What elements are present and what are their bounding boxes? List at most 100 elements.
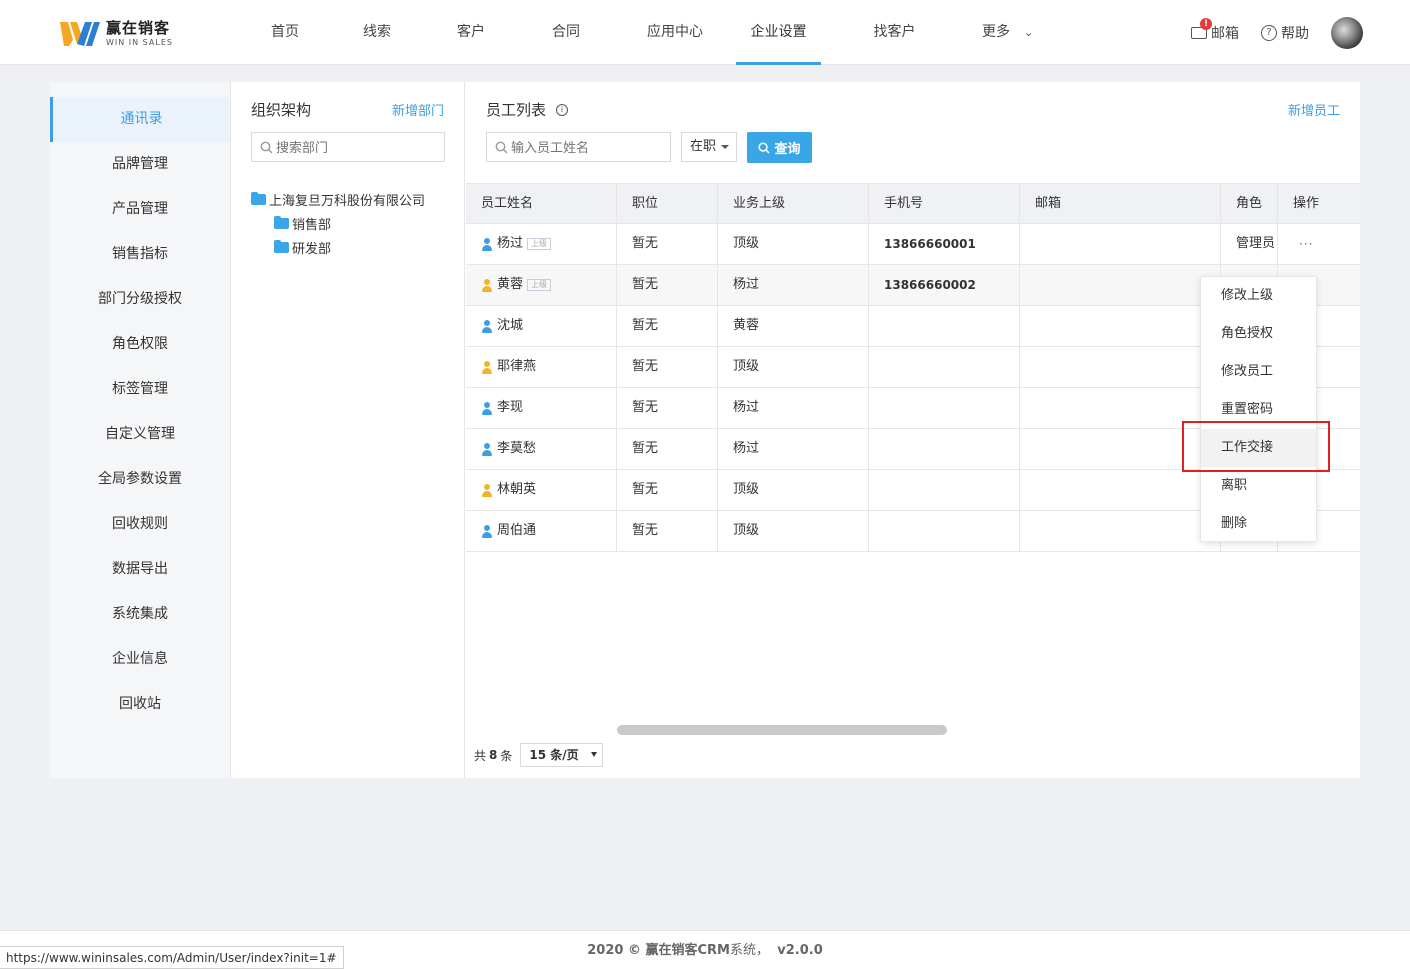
employee-search bbox=[486, 132, 671, 162]
tree-node-company[interactable]: 上海复旦万科股份有限公司 bbox=[251, 187, 425, 211]
footer-copyright: 2020 © 赢在销客 bbox=[587, 943, 698, 958]
horizontal-scrollbar[interactable] bbox=[617, 725, 947, 735]
col-header-phone: 手机号 bbox=[869, 184, 1020, 223]
sidebar-item-contacts[interactable]: 通讯录 bbox=[50, 97, 230, 142]
sidebar-item-tags[interactable]: 标签管理 bbox=[50, 367, 230, 412]
mailbox-label: 邮箱 bbox=[1211, 25, 1239, 42]
total-count: 8 bbox=[489, 748, 498, 762]
department-search-input[interactable] bbox=[276, 138, 436, 158]
status-bar-url: https://www.wininsales.com/Admin/User/in… bbox=[0, 946, 344, 969]
employee-list-title: 员工列表 bbox=[486, 101, 547, 119]
department-search bbox=[251, 132, 445, 162]
cell-phone bbox=[869, 429, 1020, 469]
cell-name[interactable]: 沈城 bbox=[466, 306, 617, 346]
sidebar-item-company-info[interactable]: 企业信息 bbox=[50, 637, 230, 682]
person-icon bbox=[481, 360, 493, 374]
sidebar-item-brand[interactable]: 品牌管理 bbox=[50, 142, 230, 187]
cell-phone: 13866660001 bbox=[869, 224, 1020, 264]
cell-name[interactable]: 黄蓉 上级 bbox=[466, 265, 617, 305]
cell-position: 暂无 bbox=[617, 470, 718, 510]
nav-more-label: 更多 bbox=[982, 24, 1010, 40]
nav-item-contracts[interactable]: 合同 bbox=[518, 0, 614, 65]
nav-item-leads[interactable]: 线索 bbox=[330, 0, 424, 65]
add-employee-link[interactable]: 新增员工 bbox=[1288, 100, 1340, 119]
sidebar-item-recycle-rules[interactable]: 回收规则 bbox=[50, 502, 230, 547]
help-link[interactable]: ? 帮助 bbox=[1261, 23, 1309, 43]
cell-email bbox=[1020, 511, 1221, 551]
cell-position: 暂无 bbox=[617, 388, 718, 428]
nav-item-enterprise-settings[interactable]: 企业设置 bbox=[736, 0, 821, 65]
cell-email bbox=[1020, 224, 1221, 264]
employee-name: 周伯通 bbox=[497, 523, 537, 538]
cell-name[interactable]: 耶律燕 bbox=[466, 347, 617, 387]
menu-item-delete[interactable]: 删除 bbox=[1201, 505, 1316, 543]
superior-tag: 上级 bbox=[527, 279, 552, 291]
avatar[interactable] bbox=[1331, 16, 1363, 49]
person-icon bbox=[481, 483, 493, 497]
mailbox-link[interactable]: ! 邮箱 bbox=[1191, 17, 1239, 43]
cell-phone bbox=[869, 511, 1020, 551]
logo-w-icon bbox=[60, 20, 100, 48]
nav-item-home[interactable]: 首页 bbox=[240, 0, 330, 65]
menu-item-resign[interactable]: 离职 bbox=[1201, 467, 1316, 505]
help-icon: ? bbox=[1261, 24, 1277, 41]
sidebar-item-recycle-bin[interactable]: 回收站 bbox=[50, 682, 230, 727]
table-header: 员工姓名 职位 业务上级 手机号 邮箱 角色 操作 bbox=[466, 183, 1360, 224]
col-header-position: 职位 bbox=[617, 184, 718, 223]
tree-node-label: 销售部 bbox=[292, 217, 332, 233]
menu-item-change-superior[interactable]: 修改上级 bbox=[1201, 277, 1316, 315]
sidebar-item-role-permissions[interactable]: 角色权限 bbox=[50, 322, 230, 367]
org-structure-panel: 组织架构 新增部门 上海复旦万科股份有限公司 销售部 研发部 bbox=[231, 82, 465, 778]
menu-item-role-auth[interactable]: 角色授权 bbox=[1201, 315, 1316, 353]
menu-item-edit-employee[interactable]: 修改员工 bbox=[1201, 353, 1316, 391]
tree-node-rd[interactable]: 研发部 bbox=[274, 235, 425, 259]
table-row[interactable]: 杨过 上级 暂无 顶级 13866660001 管理员 ··· bbox=[466, 224, 1360, 265]
cell-name[interactable]: 周伯通 bbox=[466, 511, 617, 551]
col-header-email: 邮箱 bbox=[1020, 184, 1221, 223]
query-button-label: 查询 bbox=[774, 142, 801, 157]
cell-phone bbox=[869, 347, 1020, 387]
cell-name[interactable]: 林朝英 bbox=[466, 470, 617, 510]
cell-superior: 杨过 bbox=[718, 388, 869, 428]
sidebar-item-products[interactable]: 产品管理 bbox=[50, 187, 230, 232]
query-button[interactable]: 查询 bbox=[747, 132, 812, 163]
nav-item-more[interactable]: 更多 ⌄ bbox=[968, 0, 1068, 65]
cell-email bbox=[1020, 470, 1221, 510]
page-size-select[interactable]: 15 条/页 bbox=[520, 743, 604, 767]
menu-item-work-handover[interactable]: 工作交接 bbox=[1201, 429, 1316, 467]
employee-name: 杨过 bbox=[497, 236, 524, 251]
folder-icon bbox=[274, 215, 289, 229]
tree-node-label: 上海复旦万科股份有限公司 bbox=[269, 193, 426, 209]
cell-name[interactable]: 李莫愁 bbox=[466, 429, 617, 469]
footer-version: v2.0.0 bbox=[777, 943, 823, 958]
info-icon[interactable]: i bbox=[556, 103, 569, 116]
tree-node-sales[interactable]: 销售部 bbox=[274, 211, 425, 235]
person-icon bbox=[481, 442, 493, 456]
nav-item-app-center[interactable]: 应用中心 bbox=[614, 0, 736, 65]
nav-item-find-customers[interactable]: 找客户 bbox=[821, 0, 968, 65]
total-suffix: 条 bbox=[500, 748, 513, 763]
sidebar-item-global-params[interactable]: 全局参数设置 bbox=[50, 457, 230, 502]
cell-name[interactable]: 杨过 上级 bbox=[466, 224, 617, 264]
employee-search-input[interactable] bbox=[511, 138, 661, 158]
search-icon bbox=[495, 141, 508, 154]
cell-position: 暂无 bbox=[617, 511, 718, 551]
employment-status-select[interactable]: 在职 bbox=[681, 132, 737, 162]
add-department-link[interactable]: 新增部门 bbox=[392, 100, 444, 119]
cell-name[interactable]: 李现 bbox=[466, 388, 617, 428]
sidebar-item-sales-targets[interactable]: 销售指标 bbox=[50, 232, 230, 277]
more-actions-icon[interactable]: ··· bbox=[1293, 224, 1313, 264]
org-title: 组织架构 bbox=[251, 101, 312, 119]
app-logo[interactable]: 赢在销客 WIN IN SALES bbox=[60, 20, 173, 48]
sidebar-item-data-export[interactable]: 数据导出 bbox=[50, 547, 230, 592]
sidebar-item-dept-auth[interactable]: 部门分级授权 bbox=[50, 277, 230, 322]
sidebar-item-custom[interactable]: 自定义管理 bbox=[50, 412, 230, 457]
col-header-name: 员工姓名 bbox=[466, 184, 617, 223]
cell-phone bbox=[869, 470, 1020, 510]
nav-item-customers[interactable]: 客户 bbox=[424, 0, 518, 65]
footer-crm: CRM bbox=[697, 943, 730, 958]
menu-item-reset-password[interactable]: 重置密码 bbox=[1201, 391, 1316, 429]
sidebar-item-integration[interactable]: 系统集成 bbox=[50, 592, 230, 637]
cell-superior: 顶级 bbox=[718, 470, 869, 510]
caret-down-icon bbox=[591, 752, 598, 757]
